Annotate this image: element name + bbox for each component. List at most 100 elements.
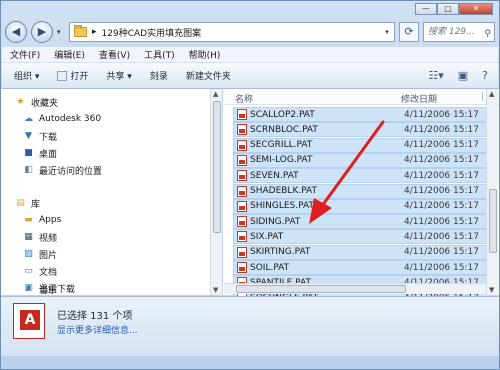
file-name: SCALLOP2.PAT bbox=[250, 109, 315, 120]
file-list-scrollbar[interactable]: ▲ ▼ bbox=[486, 89, 498, 295]
share-button[interactable]: 共享 ▾ bbox=[106, 69, 131, 82]
file-row[interactable]: SOIL.PAT 4/11/2006 15:17 bbox=[233, 260, 489, 275]
show-more-details-link[interactable]: 显示更多详细信息... bbox=[57, 323, 138, 336]
library-icon: ▤ bbox=[16, 197, 25, 208]
sidebar-item-label: Autodesk 360 bbox=[39, 114, 102, 124]
open-button[interactable]: 打开 bbox=[57, 69, 88, 82]
menu-tools[interactable]: 工具(T) bbox=[144, 48, 175, 61]
sidebar-item-label: 文档 bbox=[39, 267, 58, 278]
file-date: 4/11/2006 15:17 bbox=[404, 124, 479, 135]
pat-file-icon bbox=[237, 170, 247, 182]
close-button[interactable]: ✕ bbox=[459, 3, 493, 15]
address-dropdown-icon[interactable]: ▾ bbox=[380, 28, 394, 36]
autocad-file-icon: A bbox=[13, 303, 45, 339]
sidebar-item-label: 下载 bbox=[39, 132, 58, 143]
file-name: SHINGLES.PAT bbox=[250, 201, 314, 212]
scroll-thumb[interactable] bbox=[489, 189, 497, 253]
file-name: SCRNBLOC.PAT bbox=[250, 124, 318, 135]
scroll-up-icon[interactable]: ▲ bbox=[213, 90, 218, 98]
file-date: 4/11/2006 15:17 bbox=[404, 247, 479, 258]
column-date-modified[interactable]: 修改日期 bbox=[401, 92, 437, 105]
file-row[interactable]: SCRNBLOC.PAT 4/11/2006 15:17 bbox=[233, 122, 489, 138]
scroll-up-icon[interactable]: ▲ bbox=[489, 90, 494, 98]
navigation-pane: ★ 收藏夹 ☁ Autodesk 360 ▼ 下载 ■ 桌面 ◧ 最近访问的位置… bbox=[1, 89, 211, 295]
column-name[interactable]: 名称 bbox=[235, 92, 253, 105]
star-icon: ★ bbox=[16, 96, 25, 107]
open-label: 打开 bbox=[70, 72, 89, 82]
menu-help[interactable]: 帮助(H) bbox=[189, 48, 221, 61]
autocad-logo: A bbox=[20, 310, 40, 330]
minimize-button[interactable]: — bbox=[415, 3, 437, 15]
help-icon[interactable]: ? bbox=[482, 69, 488, 82]
organize-button[interactable]: 组织 ▾ bbox=[14, 69, 39, 82]
file-date: 4/11/2006 15:17 bbox=[404, 155, 479, 166]
file-name-cell: SCALLOP2.PAT bbox=[237, 109, 315, 120]
libraries-header[interactable]: ▤ 库 bbox=[15, 196, 40, 210]
sidebar-item-videos[interactable]: ▦ 视频 bbox=[23, 230, 57, 244]
sidebar-item-pictures[interactable]: ▨ 图片 bbox=[23, 247, 57, 261]
view-options-icon[interactable]: ☷▾ bbox=[428, 69, 443, 82]
sidebar-item-documents[interactable]: ▭ 文档 bbox=[23, 264, 57, 278]
file-name: SKIRTING.PAT bbox=[250, 247, 311, 258]
file-name: SIX.PAT bbox=[250, 231, 284, 242]
file-name: SECGRILL.PAT bbox=[250, 140, 313, 151]
sidebar-item-label: 音乐 bbox=[39, 285, 58, 296]
sidebar-item-music[interactable]: ♪ 音乐 bbox=[23, 282, 57, 296]
address-path[interactable]: 129种CAD实用填充图案 bbox=[102, 26, 202, 39]
file-name-cell: SEVEN.PAT bbox=[237, 170, 299, 182]
scroll-thumb[interactable] bbox=[236, 285, 406, 293]
scroll-down-icon[interactable]: ▼ bbox=[489, 286, 494, 294]
file-name-cell: SIDING.PAT bbox=[237, 216, 301, 228]
file-name: SOIL.PAT bbox=[250, 262, 290, 273]
file-row[interactable]: SEMI-LOG.PAT 4/11/2006 15:17 bbox=[233, 152, 489, 168]
new-folder-button[interactable]: 新建文件夹 bbox=[186, 69, 231, 82]
sidebar-item-recent-places[interactable]: ◧ 最近访问的位置 bbox=[23, 163, 102, 177]
pat-file-icon bbox=[237, 246, 247, 258]
file-row[interactable]: SHINGLES.PAT 4/11/2006 15:17 bbox=[233, 198, 489, 214]
sidebar-item-label: 视频 bbox=[39, 233, 58, 244]
file-date: 4/11/2006 15:17 bbox=[404, 109, 479, 120]
file-row[interactable]: SKIRTING.PAT 4/11/2006 15:17 bbox=[233, 244, 489, 260]
burn-button[interactable]: 刻录 bbox=[150, 69, 168, 82]
file-row[interactable]: SIX.PAT 4/11/2006 15:17 bbox=[233, 229, 489, 245]
scroll-down-icon[interactable]: ▼ bbox=[213, 286, 218, 294]
favorites-header[interactable]: ★ 收藏夹 bbox=[15, 95, 58, 109]
menu-file[interactable]: 文件(F) bbox=[10, 48, 40, 61]
scroll-thumb[interactable] bbox=[213, 101, 221, 233]
file-row[interactable]: SIDING.PAT 4/11/2006 15:17 bbox=[233, 214, 489, 230]
file-name-cell: SIX.PAT bbox=[237, 231, 284, 243]
history-dropdown-icon[interactable]: ▾ bbox=[57, 28, 65, 36]
pat-file-icon bbox=[237, 262, 247, 273]
pat-file-icon bbox=[237, 185, 247, 197]
refresh-button[interactable]: ⟳ bbox=[399, 22, 419, 42]
navigation-scrollbar[interactable]: ▲ ▼ bbox=[210, 89, 222, 295]
search-input[interactable]: 搜索 129... ⚲ bbox=[423, 22, 495, 42]
file-name: SIDING.PAT bbox=[250, 216, 301, 227]
file-name-cell: SEMI-LOG.PAT bbox=[237, 154, 313, 166]
file-list: 名称 修改日期 | SCALLOP2.PAT 4/11/2006 15:17 SCR… bbox=[222, 89, 499, 306]
back-button[interactable]: ◀ bbox=[5, 21, 27, 43]
path-separator-icon[interactable]: ▸ bbox=[92, 27, 97, 37]
sidebar-item-downloads[interactable]: ▼ 下载 bbox=[23, 129, 57, 143]
file-row[interactable]: SEVEN.PAT 4/11/2006 15:17 bbox=[233, 168, 489, 184]
sidebar-item-desktop[interactable]: ■ 桌面 bbox=[23, 146, 57, 160]
file-list-hscrollbar[interactable] bbox=[224, 283, 486, 294]
maximize-button[interactable]: □ bbox=[437, 3, 459, 15]
menu-view[interactable]: 查看(V) bbox=[99, 48, 130, 61]
file-date: 4/11/2006 15:17 bbox=[404, 201, 479, 212]
menu-edit[interactable]: 编辑(E) bbox=[54, 48, 85, 61]
forward-button[interactable]: ▶ bbox=[31, 21, 53, 43]
preview-pane-icon[interactable]: ▣ bbox=[458, 69, 468, 82]
file-name-cell: SCRNBLOC.PAT bbox=[237, 124, 318, 136]
file-row[interactable]: SCALLOP2.PAT 4/11/2006 15:17 bbox=[233, 107, 489, 122]
selected-count: 已选择 131 个项 bbox=[57, 311, 133, 322]
address-bar[interactable]: ▸ 129种CAD实用填充图案 ▾ bbox=[69, 22, 395, 42]
file-row[interactable]: SHADEBLK.PAT 4/11/2006 15:17 bbox=[233, 183, 489, 199]
sidebar-item-autodesk360[interactable]: ☁ Autodesk 360 bbox=[23, 112, 101, 126]
search-icon[interactable]: ⚲ bbox=[484, 25, 491, 43]
sidebar-item-label: 桌面 bbox=[39, 149, 58, 160]
sidebar-item-apps[interactable]: ▬ Apps bbox=[23, 213, 61, 227]
column-divider-icon[interactable]: | bbox=[481, 92, 484, 102]
pat-file-icon bbox=[237, 216, 247, 228]
file-row[interactable]: SECGRILL.PAT 4/11/2006 15:17 bbox=[233, 137, 489, 153]
